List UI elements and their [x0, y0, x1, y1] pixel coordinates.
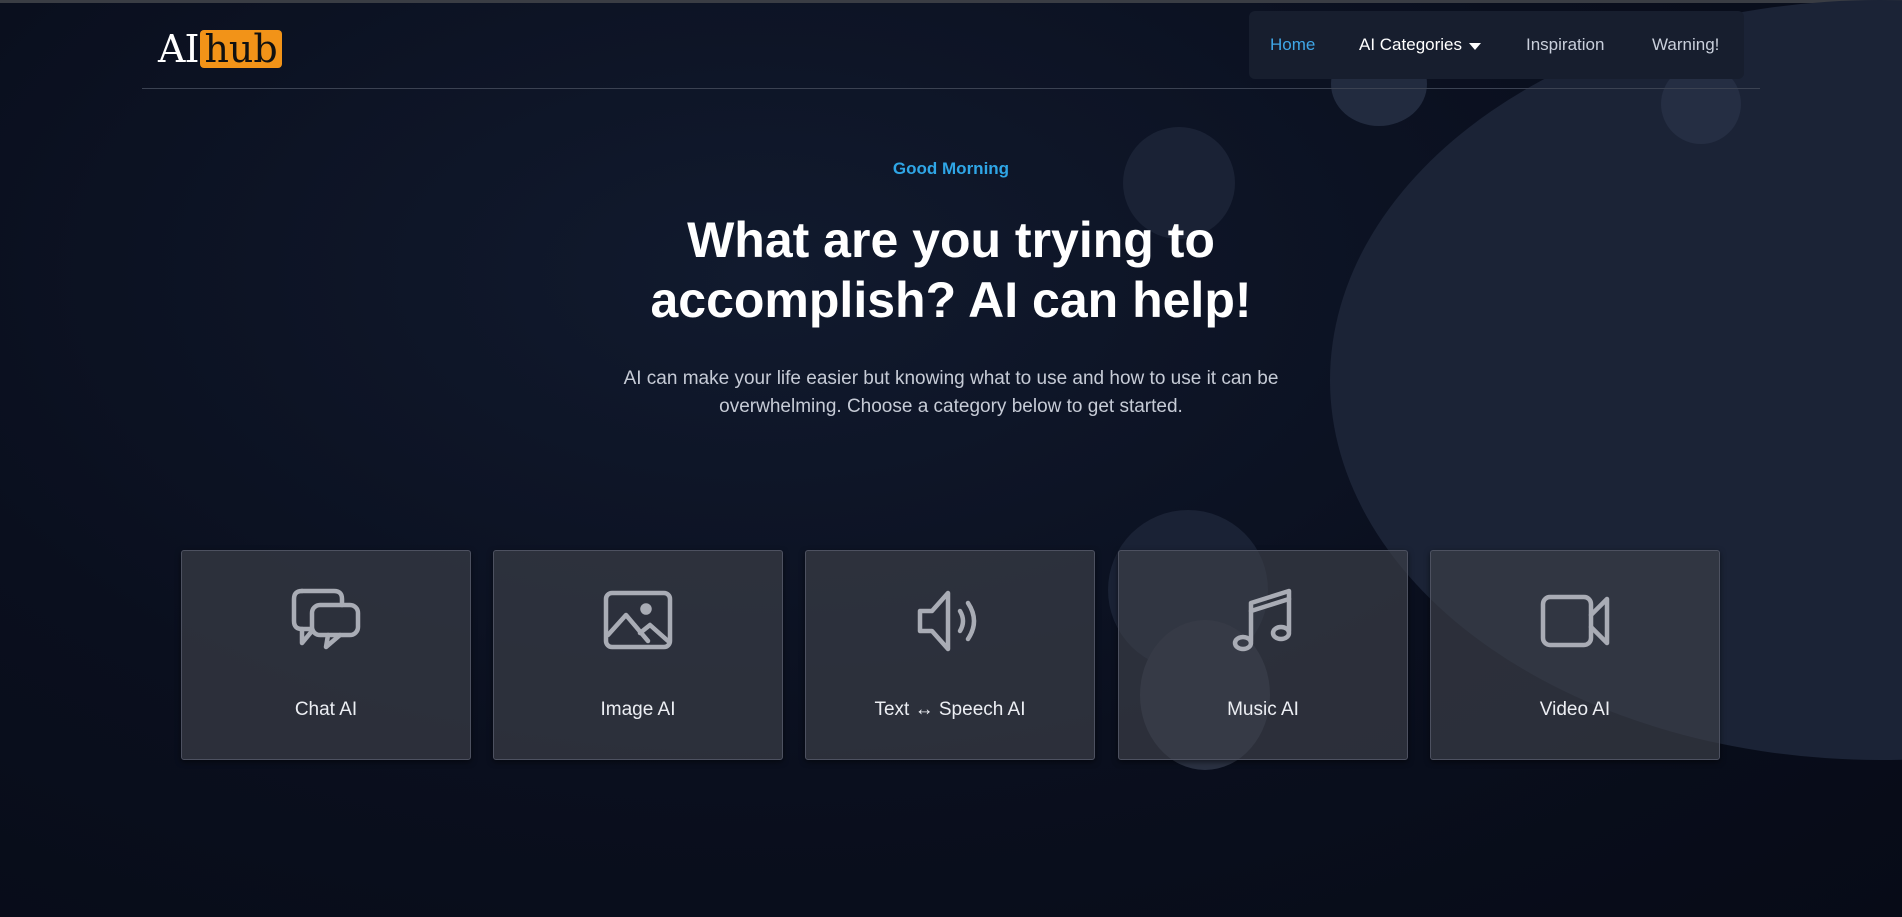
nav-warning[interactable]: Warning! — [1652, 35, 1719, 55]
chat-bubbles-icon — [290, 585, 362, 657]
category-label: Music AI — [1227, 699, 1299, 720]
category-label: Text ↔ Speech AI — [874, 699, 1026, 720]
category-label: Image AI — [600, 699, 676, 720]
category-card-video-ai[interactable]: Video AI — [1430, 550, 1720, 760]
category-label: Chat AI — [294, 699, 358, 720]
category-card-image-ai[interactable]: Image AI — [493, 550, 783, 760]
main-nav: Home AI Categories Inspiration Warning! — [1249, 11, 1744, 79]
category-cards: Chat AI Image AI Text ↔ Speech AI Music … — [181, 550, 1721, 760]
page: AI hub Home AI Categories Inspiration Wa… — [0, 0, 1902, 917]
nav-ai-categories-dropdown[interactable]: AI Categories — [1359, 35, 1481, 55]
category-label: Video AI — [1539, 699, 1611, 720]
category-card-chat-ai[interactable]: Chat AI — [181, 550, 471, 760]
site-logo[interactable]: AI hub — [158, 26, 282, 72]
category-card-text-speech-ai[interactable]: Text ↔ Speech AI — [805, 550, 1095, 760]
nav-ai-categories-label: AI Categories — [1359, 35, 1462, 54]
speaker-icon — [914, 585, 986, 657]
caret-down-icon — [1469, 42, 1481, 50]
site-header: AI hub Home AI Categories Inspiration Wa… — [142, 10, 1760, 89]
hero-description: AI can make your life easier but knowing… — [623, 368, 1279, 417]
image-icon — [602, 585, 674, 657]
video-camera-icon — [1539, 585, 1611, 657]
page-headline: What are you trying to accomplish? AI ca… — [650, 212, 1252, 328]
nav-inspiration[interactable]: Inspiration — [1526, 35, 1604, 55]
greeting-text: Good Morning — [892, 159, 1010, 178]
music-note-icon — [1227, 585, 1299, 657]
category-card-music-ai[interactable]: Music AI — [1118, 550, 1408, 760]
top-border — [0, 0, 1902, 3]
logo-highlight: hub — [200, 30, 282, 68]
logo-text: AI — [158, 27, 199, 71]
nav-home[interactable]: Home — [1270, 35, 1315, 55]
